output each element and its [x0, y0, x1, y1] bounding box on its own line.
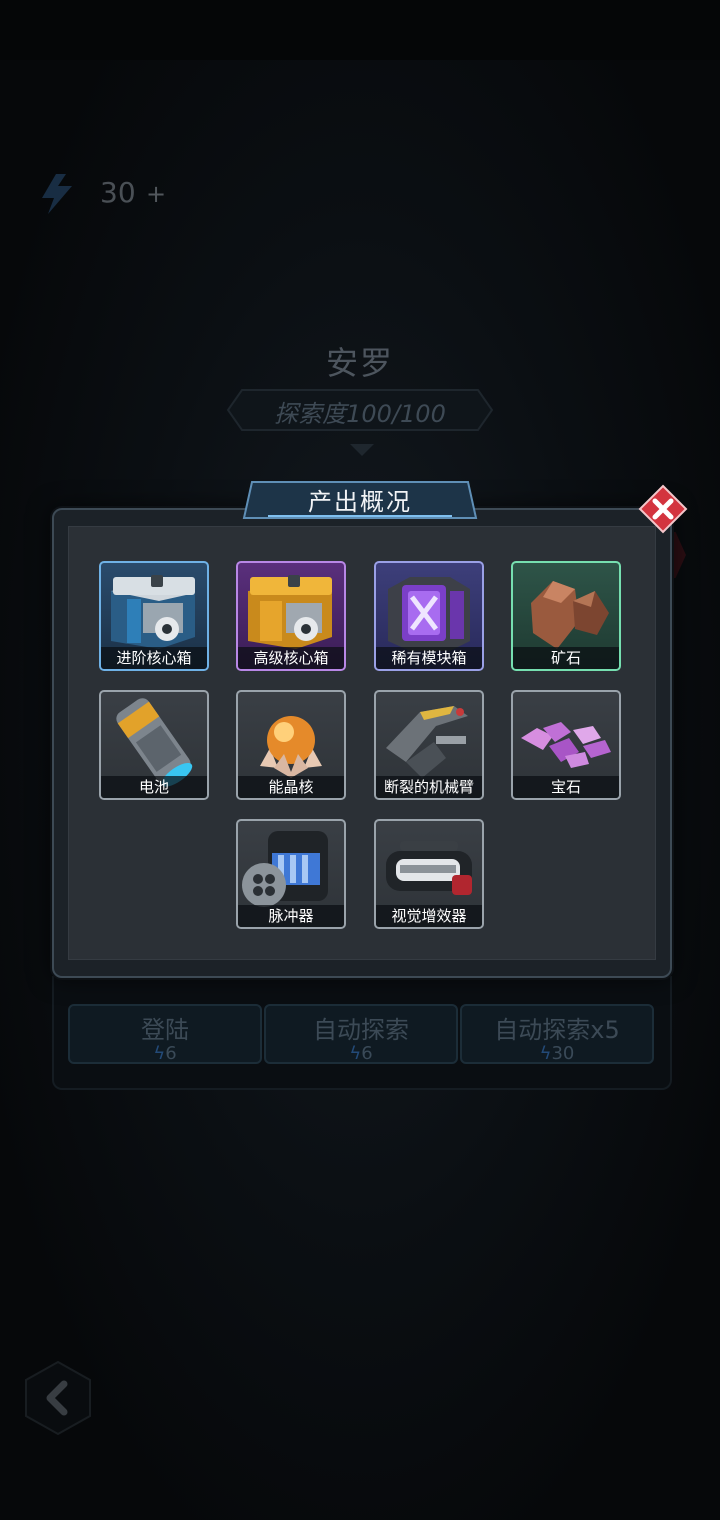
- item-pulser[interactable]: 脉冲器: [236, 819, 346, 929]
- item-visual-enhancer[interactable]: 视觉增效器: [374, 819, 484, 929]
- item-name: 视觉增效器: [376, 905, 482, 927]
- auto-explore-cost: ϟ6: [349, 1043, 373, 1064]
- auto-explore-x5-label: 自动探索x5: [494, 1016, 620, 1044]
- close-button[interactable]: [638, 484, 688, 534]
- dialog-content: 进阶核心箱 高级核心箱 稀有模块箱 矿石 电池 能晶核 断裂的机械臂 宝石 脉冲…: [68, 526, 656, 960]
- item-name: 电池: [101, 776, 207, 798]
- item-name: 高级核心箱: [238, 647, 344, 669]
- item-energy-crystal-core[interactable]: 能晶核: [236, 690, 346, 800]
- item-name: 矿石: [513, 647, 619, 669]
- back-arrow-icon: [25, 1360, 91, 1436]
- energy-bolt-icon: [42, 174, 72, 214]
- item-advanced-core-box[interactable]: 进阶核心箱: [99, 561, 209, 671]
- bolt-icon: ϟ: [349, 1043, 362, 1064]
- chevron-down-icon: [350, 444, 374, 456]
- item-name: 稀有模块箱: [376, 647, 482, 669]
- item-rare-module-box[interactable]: 稀有模块箱: [374, 561, 484, 671]
- land-button[interactable]: 登陆 ϟ6: [68, 1004, 262, 1064]
- item-name: 进阶核心箱: [101, 647, 207, 669]
- land-label: 登陆: [141, 1016, 189, 1044]
- bolt-icon: ϟ: [153, 1043, 166, 1064]
- bolt-icon: ϟ: [539, 1043, 552, 1064]
- auto-explore-x5-button[interactable]: 自动探索x5 ϟ30: [460, 1004, 654, 1064]
- back-button[interactable]: [24, 1360, 92, 1436]
- dialog-title: 产出概况: [308, 488, 412, 516]
- close-icon: [638, 484, 688, 534]
- item-name: 断裂的机械臂: [376, 776, 482, 798]
- item-battery[interactable]: 电池: [99, 690, 209, 800]
- land-cost: ϟ6: [153, 1043, 177, 1064]
- item-gem[interactable]: 宝石: [511, 690, 621, 800]
- top-bar: [0, 0, 720, 60]
- auto-explore-button[interactable]: 自动探索 ϟ6: [264, 1004, 458, 1064]
- item-name: 脉冲器: [238, 905, 344, 927]
- exploration-progress: 探索度100/100: [226, 388, 494, 432]
- auto-explore-x5-cost: ϟ30: [539, 1043, 575, 1064]
- planet-name: 安罗: [325, 344, 394, 382]
- item-broken-mech-arm[interactable]: 断裂的机械臂: [374, 690, 484, 800]
- item-premium-core-box[interactable]: 高级核心箱: [236, 561, 346, 671]
- output-overview-dialog: 进阶核心箱 高级核心箱 稀有模块箱 矿石 电池 能晶核 断裂的机械臂 宝石 脉冲…: [52, 508, 672, 978]
- energy-value: 30: [100, 176, 136, 209]
- dialog-title-tab: 产出概况: [238, 478, 482, 520]
- add-energy-icon[interactable]: +: [146, 180, 166, 208]
- energy-counter: 30 +: [34, 172, 214, 216]
- item-name: 能晶核: [238, 776, 344, 798]
- item-name: 宝石: [513, 776, 619, 798]
- exploration-text: 探索度100/100: [274, 400, 446, 428]
- auto-explore-label: 自动探索: [313, 1016, 409, 1044]
- item-ore[interactable]: 矿石: [511, 561, 621, 671]
